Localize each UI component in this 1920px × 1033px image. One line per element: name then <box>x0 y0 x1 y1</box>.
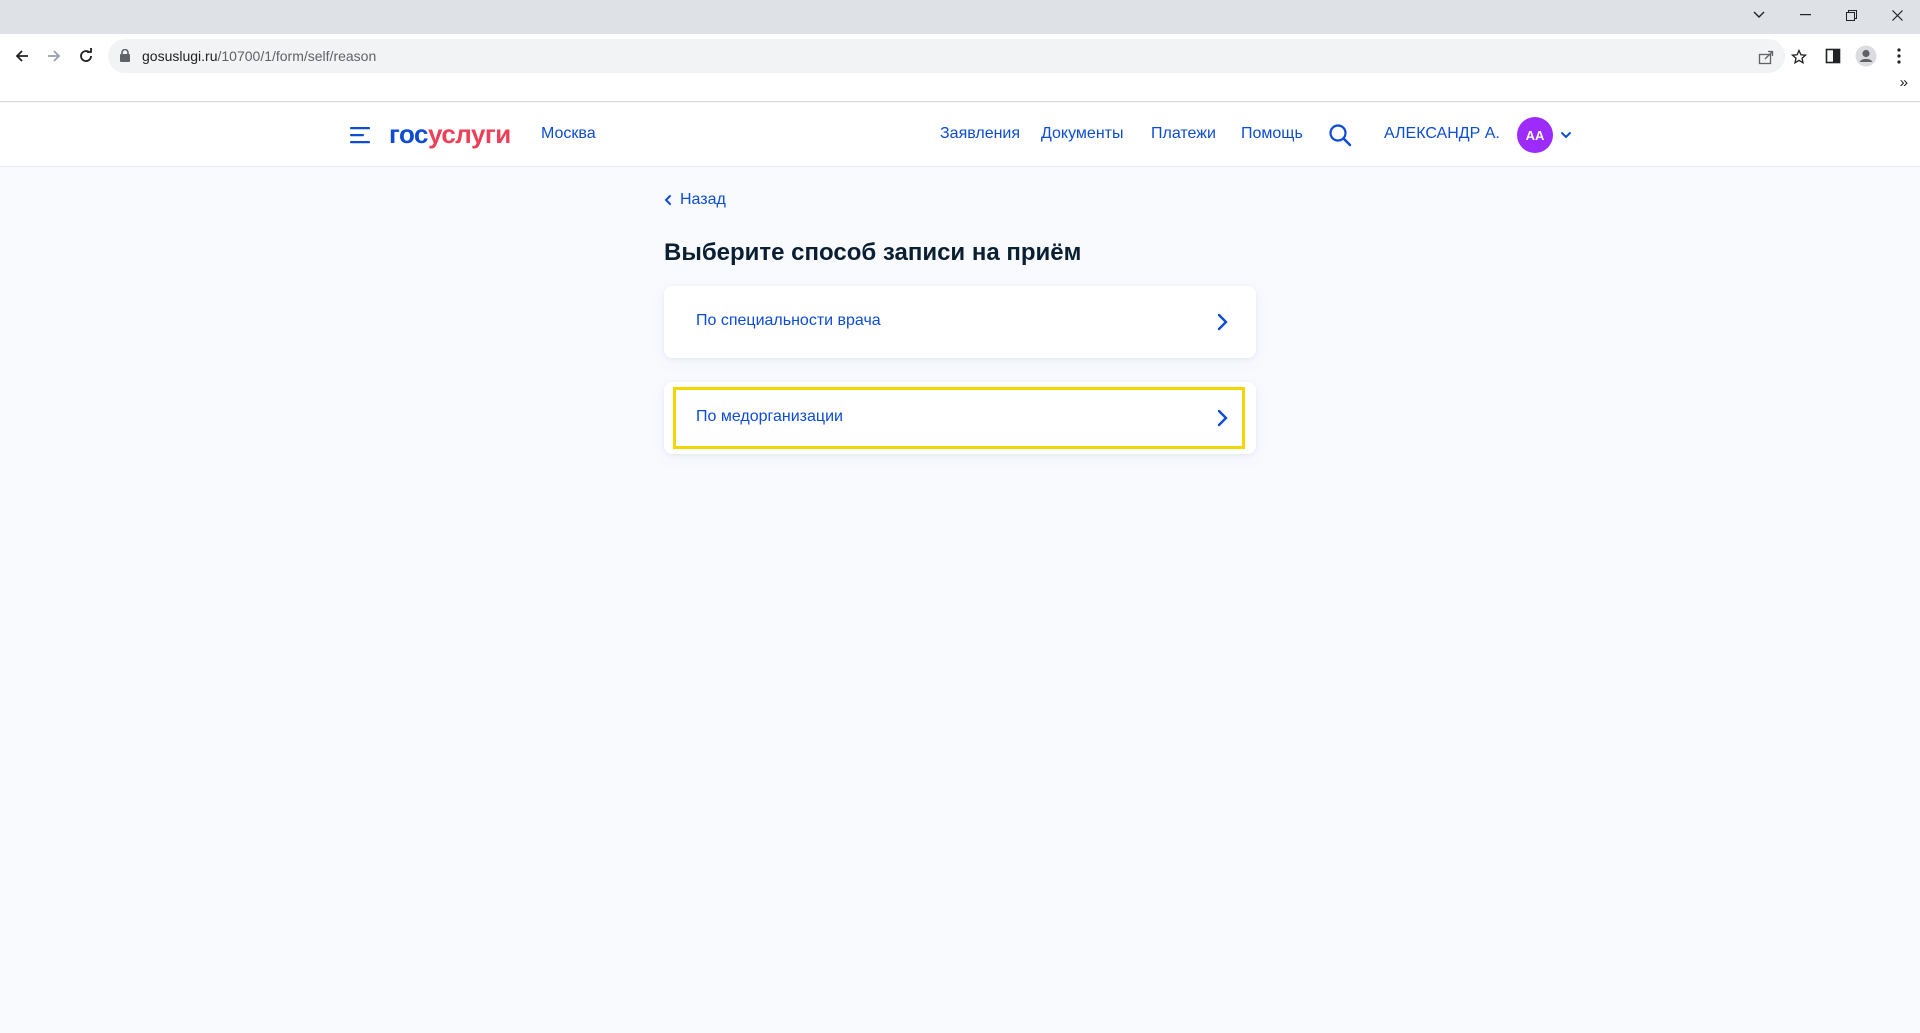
option-by-specialty[interactable]: По специальности врача <box>664 286 1256 358</box>
bookmark-star-icon[interactable] <box>1788 46 1810 68</box>
option-label: По медорганизации <box>696 408 843 425</box>
chevron-right-icon <box>1216 409 1228 427</box>
chevron-down-icon[interactable] <box>1559 128 1573 142</box>
browser-toolbar: gosuslugi.ru/10700/1/form/self/reason » <box>0 34 1920 102</box>
side-panel-icon[interactable] <box>1819 42 1847 70</box>
forward-arrow-icon[interactable] <box>40 42 68 70</box>
avatar[interactable]: АА <box>1517 117 1553 153</box>
address-bar[interactable]: gosuslugi.ru/10700/1/form/self/reason <box>108 39 1807 73</box>
profile-icon[interactable] <box>1852 42 1880 70</box>
more-menu-icon[interactable] <box>1885 42 1913 70</box>
browser-titlebar <box>0 0 1920 34</box>
share-icon[interactable] <box>1755 46 1777 68</box>
bookmarks-overflow-button[interactable]: » <box>1900 74 1908 91</box>
nav-payments[interactable]: Платежи <box>1151 125 1216 143</box>
city-selector[interactable]: Москва <box>541 125 596 143</box>
back-link-label: Назад <box>680 191 726 208</box>
search-icon[interactable] <box>1328 123 1352 147</box>
tab-search-icon[interactable] <box>1736 0 1782 30</box>
minimize-button[interactable] <box>1782 0 1828 30</box>
option-label: По специальности врача <box>696 312 881 329</box>
url-path: /10700/1/form/self/reason <box>217 48 377 64</box>
site-header: госуслуги Москва Заявления Документы Пла… <box>0 103 1920 167</box>
nav-applications[interactable]: Заявления <box>940 125 1020 143</box>
user-name[interactable]: АЛЕКСАНДР А. <box>1384 125 1500 143</box>
nav-help[interactable]: Помощь <box>1241 125 1303 143</box>
back-arrow-icon[interactable] <box>8 42 36 70</box>
chevron-left-icon <box>664 195 671 205</box>
url-text: gosuslugi.ru/10700/1/form/self/reason <box>142 48 376 64</box>
chevron-right-icon <box>1216 313 1228 331</box>
reload-icon[interactable] <box>72 42 100 70</box>
gosuslugi-logo[interactable]: госуслуги <box>389 119 511 150</box>
page-title: Выберите способ записи на приём <box>664 239 1082 266</box>
close-window-button[interactable] <box>1874 0 1920 30</box>
nav-documents[interactable]: Документы <box>1041 125 1123 143</box>
option-by-organization[interactable]: По медорганизации <box>664 382 1256 454</box>
lock-icon[interactable] <box>120 48 130 67</box>
url-host: gosuslugi.ru <box>142 48 218 64</box>
restore-button[interactable] <box>1828 0 1874 30</box>
logo-part-gos: гос <box>389 119 429 149</box>
menu-burger-icon[interactable] <box>349 124 371 146</box>
back-link[interactable]: Назад <box>664 191 726 209</box>
logo-part-uslugi: услуги <box>428 119 511 149</box>
